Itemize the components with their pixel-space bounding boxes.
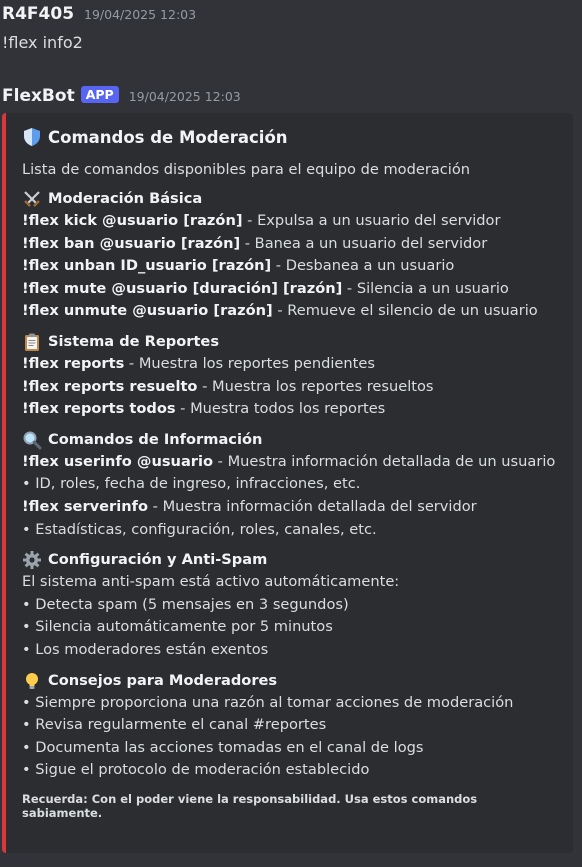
line-text: El sistema anti-spam está activo automát… <box>22 573 400 591</box>
embed-field-line: • Los moderadores están exentos <box>22 639 561 662</box>
line-text: - Silencia a un usuario <box>342 279 509 297</box>
app-badge: APP <box>80 86 119 103</box>
command-name: !flex unban ID_usuario [razón] <box>22 257 272 275</box>
embed-field-title-text: Consejos para Moderadores <box>48 671 278 689</box>
line-text: • Siempre proporciona una razón al tomar… <box>22 693 514 711</box>
command-name: !flex reports resuelto <box>22 377 198 395</box>
embed-field: Comandos de Información !flex userinfo @u… <box>22 429 561 541</box>
command-name: !flex userinfo @usuario <box>22 452 214 470</box>
embed-field-line: • Documenta las acciones tomadas en el c… <box>22 737 561 760</box>
command-name: !flex unmute @usuario [razón] <box>22 302 273 320</box>
timestamp: 19/04/2025 12:03 <box>128 89 241 104</box>
embed-field-title-text: Moderación Básica <box>48 190 203 207</box>
embed-field-line: !flex unban ID_usuario [razón] - Desbane… <box>22 255 561 278</box>
command-name: !flex serverinfo <box>22 497 149 515</box>
command-name: !flex kick @usuario [razón] <box>22 212 243 229</box>
embed-field-line: !flex reports - Muestra los reportes pen… <box>22 353 561 376</box>
line-text: • ID, roles, fecha de ingreso, infraccio… <box>22 475 361 493</box>
embed-field-title: Configuración y Anti-Spam <box>22 549 561 571</box>
embed-field: Moderación Básica !flex kick @usuario [ra… <box>22 188 561 323</box>
embed-field: Sistema de Reportes !flex reports - Muest… <box>22 331 561 421</box>
line-text: - Remueve el silencio de un usuario <box>272 302 538 320</box>
gear-icon <box>23 551 41 570</box>
embed-field-title-text: Sistema de Reportes <box>48 332 219 350</box>
embed-field-line: !flex mute @usuario [duración] [razón] -… <box>22 278 561 301</box>
command-name: !flex reports todos <box>22 400 176 418</box>
embed-footer: Recuerda: Con el poder viene la responsa… <box>22 791 478 820</box>
embed-field-line: • Sigue el protocolo de moderación estab… <box>22 759 561 782</box>
command-name: !flex mute @usuario [duración] [razón] <box>22 279 343 297</box>
line-text: - Muestra los reportes resueltos <box>197 377 434 395</box>
line-text: - Banea a un usuario del servidor <box>240 234 488 252</box>
embed-field-line: • ID, roles, fecha de ingreso, infraccio… <box>22 473 561 496</box>
timestamp: 19/04/2025 12:03 <box>84 7 197 22</box>
line-text: • Los moderadores están exentos <box>22 640 269 658</box>
embed-field: Configuración y Anti-Spam El sistema anti… <box>22 549 561 661</box>
embed-field-line: !flex unmute @usuario [razón] - Remueve … <box>22 300 561 323</box>
magnifier-icon <box>23 431 42 450</box>
embed-field-title: Consejos para Moderadores <box>22 670 561 692</box>
lightbulb-icon <box>26 672 38 689</box>
embed-field-line: !flex userinfo @usuario - Muestra inform… <box>22 451 561 474</box>
embed-field-line: !flex reports todos - Muestra todos los … <box>22 398 561 421</box>
embed-field-line: • Revisa regularmente el canal #reportes <box>22 714 561 737</box>
embed-field-title: Moderación Básica <box>22 188 561 210</box>
command-name: !flex ban @usuario [razón] <box>22 234 241 252</box>
embed-field-line: • Detecta spam (5 mensajes en 3 segundos… <box>22 594 561 617</box>
line-text: - Desbanea a un usuario <box>271 257 455 275</box>
embed-field-title-text: Configuración y Anti-Spam <box>48 551 268 569</box>
line-text: • Documenta las acciones tomadas en el c… <box>22 738 424 756</box>
embed-description: Lista de comandos disponibles para el eq… <box>22 161 471 178</box>
embed-field-line: !flex kick @usuario [razón] - Expulsa a … <box>22 210 561 233</box>
embed-field-line: El sistema anti-spam está activo automát… <box>22 571 561 594</box>
embed-field-line: !flex ban @usuario [razón] - Banea a un … <box>22 233 561 256</box>
embed-field-line: • Silencia automáticamente por 5 minutos <box>22 616 561 639</box>
message-content: !flex info2 <box>2 33 83 52</box>
line-text: • Estadísticas, configuración, roles, ca… <box>22 520 377 538</box>
line-text: - Muestra información detallada de un us… <box>213 452 556 470</box>
embed-field: Consejos para Moderadores • Siempre propo… <box>22 670 561 782</box>
line-text: • Sigue el protocolo de moderación estab… <box>22 761 370 779</box>
embed-field-title: Sistema de Reportes <box>22 331 561 353</box>
clipboard-icon <box>25 333 39 351</box>
shield-icon <box>24 128 40 146</box>
line-text: - Muestra los reportes pendientes <box>124 354 375 372</box>
message-header: R4F405 19/04/2025 12:03 <box>2 4 196 24</box>
embed-field-title: Comandos de Información <box>22 429 561 451</box>
embed-field-line: • Siempre proporciona una razón al tomar… <box>22 692 561 715</box>
embed-card: Comandos de Moderación Lista de comandos… <box>2 113 573 853</box>
username[interactable]: R4F405 <box>2 4 74 24</box>
message-header: FlexBot APP 19/04/2025 12:03 <box>2 86 241 106</box>
embed-field-line: • Estadísticas, configuración, roles, ca… <box>22 519 561 542</box>
line-text: • Silencia automáticamente por 5 minutos <box>22 618 333 636</box>
embed-title-text: Comandos de Moderación <box>48 127 288 147</box>
line-text: • Revisa regularmente el canal #reportes <box>22 716 327 734</box>
embed-title: Comandos de Moderación <box>22 127 561 147</box>
line-text: - Muestra información detallada del serv… <box>148 497 477 515</box>
line-text: • Detecta spam (5 mensajes en 3 segundos… <box>22 595 349 613</box>
embed-field-line: !flex reports resuelto - Muestra los rep… <box>22 376 561 399</box>
embed-field-line: !flex serverinfo - Muestra información d… <box>22 496 561 519</box>
crossed-swords-icon <box>24 191 40 207</box>
line-text: - Muestra todos los reportes <box>175 400 386 418</box>
line-text: - Expulsa a un usuario del servidor <box>242 212 501 229</box>
command-name: !flex reports <box>22 354 125 372</box>
username[interactable]: FlexBot <box>2 86 75 106</box>
embed-field-title-text: Comandos de Información <box>48 430 263 448</box>
